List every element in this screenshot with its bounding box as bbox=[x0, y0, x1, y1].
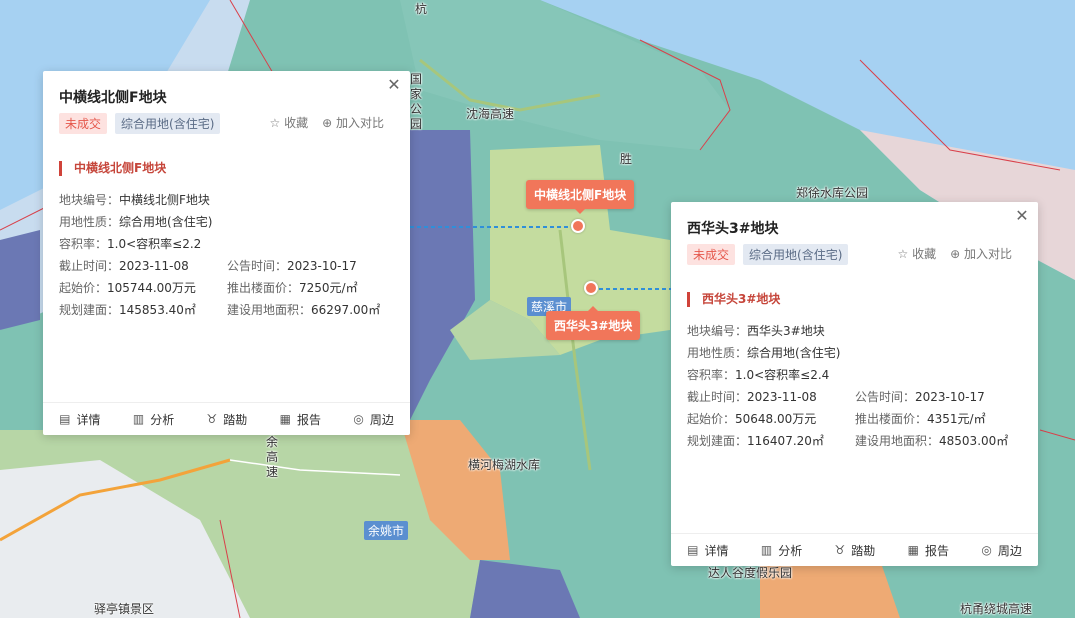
land-area-value: 66297.00㎡ bbox=[311, 303, 381, 317]
field-label: 容积率： bbox=[687, 368, 736, 382]
map-label-national-park: 国家公园 bbox=[410, 72, 423, 131]
card-footer: ▤ 详情 ▥ 分析 ♉ 踏勘 ▦ 报告 ◎ 周边 bbox=[43, 402, 410, 435]
survey-button[interactable]: ♉ 踏勘 bbox=[207, 411, 248, 428]
survey-button[interactable]: ♉ 踏勘 bbox=[835, 542, 876, 559]
star-icon: ☆ bbox=[269, 116, 281, 130]
field-label: 规划建面： bbox=[59, 303, 120, 317]
notice-value: 2023-10-17 bbox=[915, 390, 985, 404]
bar-chart-icon: ▥ bbox=[760, 543, 773, 557]
field-label: 推出楼面价： bbox=[227, 281, 300, 295]
target-icon: ◎ bbox=[353, 412, 364, 426]
card-footer: ▤ 详情 ▥ 分析 ♉ 踏勘 ▦ 报告 ◎ 周边 bbox=[671, 533, 1038, 566]
favorite-button[interactable]: ☆ 收藏 bbox=[897, 245, 936, 262]
nearby-button[interactable]: ◎ 周边 bbox=[353, 411, 394, 428]
land-use-value: 综合用地(含住宅) bbox=[747, 346, 841, 360]
star-icon: ☆ bbox=[897, 247, 909, 261]
footprint-icon: ♉ bbox=[206, 412, 218, 426]
start-price-value: 50648.00万元 bbox=[735, 412, 817, 426]
field-label: 用地性质： bbox=[687, 346, 748, 360]
far-value: 1.0<容积率≤2.2 bbox=[107, 237, 202, 251]
field-label: 容积率： bbox=[59, 237, 108, 251]
planned-area-value: 116407.20㎡ bbox=[747, 434, 824, 448]
card-title: 西华头3#地块 bbox=[687, 221, 779, 237]
field-label: 建设用地面积： bbox=[855, 434, 940, 448]
land-use-badge: 综合用地(含住宅) bbox=[115, 113, 221, 134]
map-label-fragment-top: 杭 bbox=[415, 2, 428, 16]
field-label: 建设用地面积： bbox=[227, 303, 312, 317]
parcel-fields: 地块编号： 中横线北侧F地块 用地性质： 综合用地(含住宅) 容积率： 1.0<容积率… bbox=[59, 189, 399, 321]
plus-circle-icon: ⊕ bbox=[322, 116, 333, 130]
section-heading: 西华头3#地块 bbox=[687, 292, 780, 307]
report-icon: ▦ bbox=[907, 543, 919, 557]
favorite-button[interactable]: ☆ 收藏 bbox=[269, 114, 308, 131]
map-label-park: 郑徐水库公园 bbox=[796, 186, 869, 200]
nearby-button[interactable]: ◎ 周边 bbox=[981, 542, 1022, 559]
footprint-icon: ♉ bbox=[834, 543, 846, 557]
card-title: 中横线北侧F地块 bbox=[59, 90, 167, 106]
parcel-fields: 地块编号： 西华头3#地块 用地性质： 综合用地(含住宅) 容积率： 1.0<容积率≤… bbox=[687, 320, 1027, 452]
notice-value: 2023-10-17 bbox=[287, 259, 357, 273]
detail-button[interactable]: ▤ 详情 bbox=[687, 542, 728, 559]
close-icon[interactable]: ✕ bbox=[386, 77, 402, 93]
floor-price-value: 4351元/㎡ bbox=[927, 412, 986, 426]
document-icon: ▤ bbox=[59, 412, 71, 426]
map-label-scenic: 驿亭镇景区 bbox=[94, 602, 155, 616]
start-price-value: 105744.00万元 bbox=[107, 281, 196, 295]
far-value: 1.0<容积率≤2.4 bbox=[735, 368, 830, 382]
map-label-resort: 达人谷度假乐园 bbox=[708, 566, 793, 580]
parcel-callout-a[interactable]: 中横线北侧F地块 bbox=[526, 180, 635, 214]
section-heading: 中横线北侧F地块 bbox=[59, 161, 166, 176]
close-icon[interactable]: ✕ bbox=[1014, 208, 1030, 224]
parcel-card-a: ✕ 中横线北侧F地块 未成交 综合用地(含住宅) ☆ 收藏 ⊕ 加入对比 中横线… bbox=[43, 71, 410, 435]
field-label: 地块编号： bbox=[687, 324, 748, 338]
district-west-edge bbox=[0, 230, 40, 330]
report-icon: ▦ bbox=[279, 412, 291, 426]
map-label-reservoir: 横河梅湖水库 bbox=[468, 458, 541, 472]
status-badge: 未成交 bbox=[687, 244, 736, 265]
plus-circle-icon: ⊕ bbox=[950, 247, 961, 261]
parcel-marker-a[interactable] bbox=[571, 219, 585, 233]
analysis-button[interactable]: ▥ 分析 bbox=[133, 411, 174, 428]
planned-area-value: 145853.40㎡ bbox=[119, 303, 196, 317]
status-badge: 未成交 bbox=[59, 113, 108, 134]
floor-price-value: 7250元/㎡ bbox=[299, 281, 358, 295]
field-label: 截止时间： bbox=[687, 390, 748, 404]
bar-chart-icon: ▥ bbox=[132, 412, 145, 426]
map-label-fragment: 胜 bbox=[620, 152, 633, 166]
land-use-value: 综合用地(含住宅) bbox=[119, 215, 213, 229]
field-label: 起始价： bbox=[59, 281, 108, 295]
field-label: 起始价： bbox=[687, 412, 736, 426]
parcel-no-value: 西华头3#地块 bbox=[747, 324, 825, 338]
land-use-badge: 综合用地(含住宅) bbox=[743, 244, 849, 265]
parcel-card-b: ✕ 西华头3#地块 未成交 综合用地(含住宅) ☆ 收藏 ⊕ 加入对比 西华头3… bbox=[671, 202, 1038, 566]
parcel-marker-b[interactable] bbox=[584, 281, 598, 295]
document-icon: ▤ bbox=[687, 543, 699, 557]
detail-button[interactable]: ▤ 详情 bbox=[59, 411, 100, 428]
report-button[interactable]: ▦ 报告 bbox=[280, 411, 321, 428]
add-compare-button[interactable]: ⊕ 加入对比 bbox=[950, 245, 1012, 262]
field-label: 公告时间： bbox=[227, 259, 288, 273]
city-tag-yuyao[interactable]: 余姚市 bbox=[364, 521, 409, 540]
deadline-value: 2023-11-08 bbox=[119, 259, 189, 273]
field-label: 规划建面： bbox=[687, 434, 748, 448]
target-icon: ◎ bbox=[981, 543, 992, 557]
field-label: 公告时间： bbox=[855, 390, 916, 404]
field-label: 用地性质： bbox=[59, 215, 120, 229]
field-label: 推出楼面价： bbox=[855, 412, 928, 426]
land-area-value: 48503.00㎡ bbox=[939, 434, 1009, 448]
add-compare-button[interactable]: ⊕ 加入对比 bbox=[322, 114, 384, 131]
field-label: 截止时间： bbox=[59, 259, 120, 273]
map-label-ring-highway: 杭甬绕城高速 bbox=[960, 602, 1033, 616]
field-label: 地块编号： bbox=[59, 193, 120, 207]
map-label-highway: 沈海高速 bbox=[466, 107, 515, 121]
report-button[interactable]: ▦ 报告 bbox=[908, 542, 949, 559]
parcel-no-value: 中横线北侧F地块 bbox=[119, 193, 210, 207]
analysis-button[interactable]: ▥ 分析 bbox=[761, 542, 802, 559]
deadline-value: 2023-11-08 bbox=[747, 390, 817, 404]
parcel-callout-b[interactable]: 西华头3#地块 bbox=[546, 306, 641, 340]
